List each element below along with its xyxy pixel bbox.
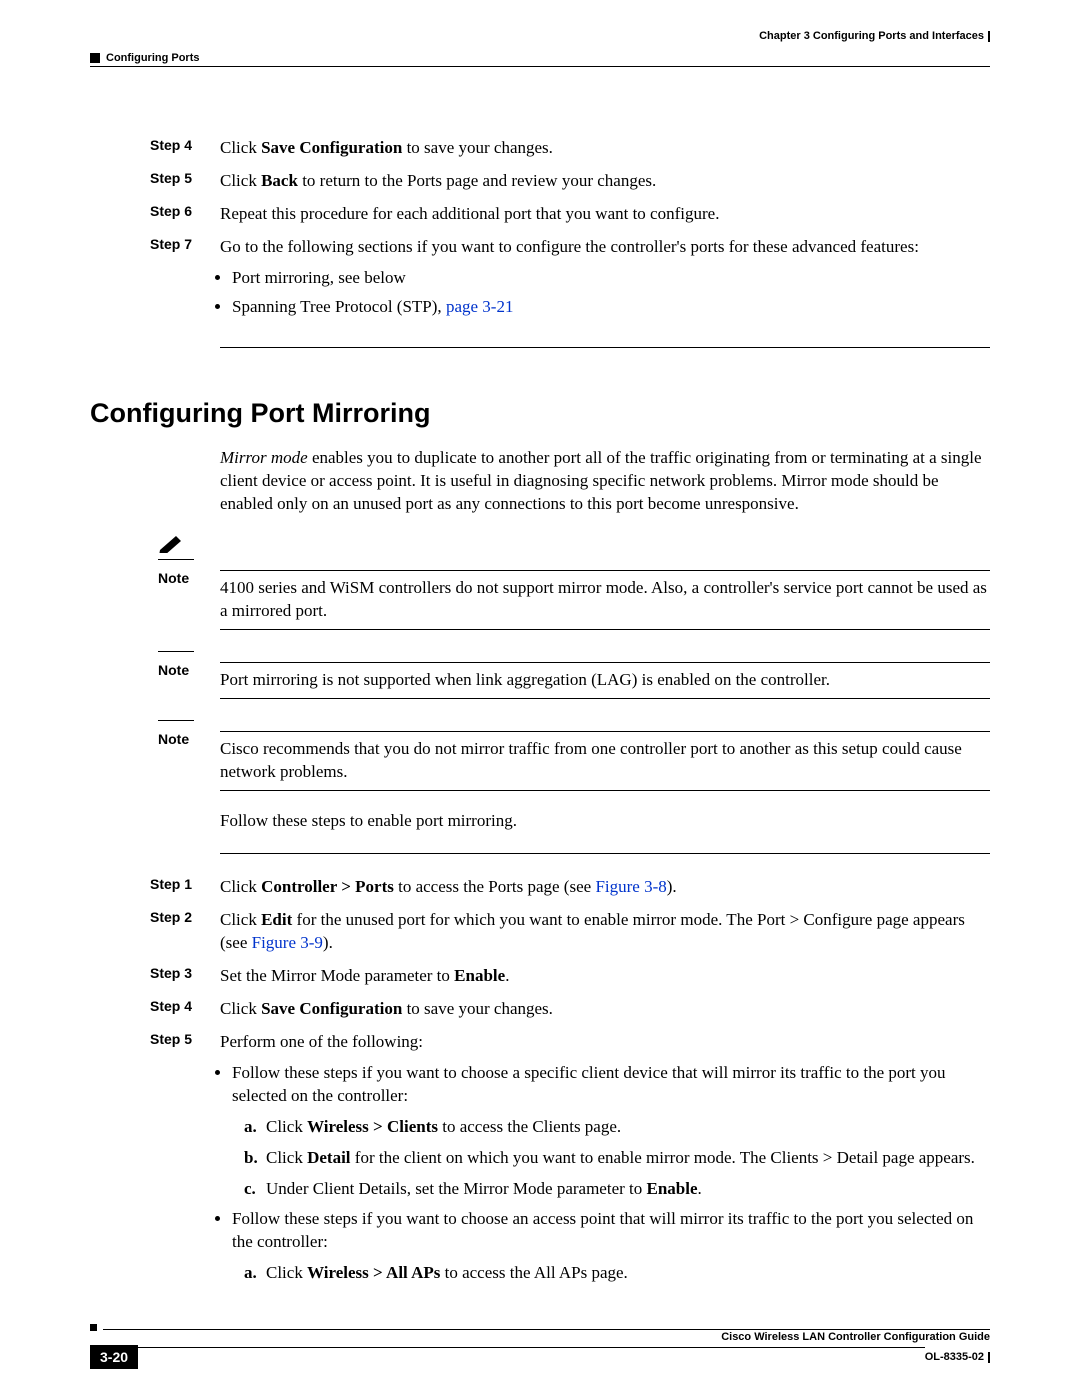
page-link[interactable]: page 3-21 <box>446 297 514 316</box>
step-row: Step 5 Click Back to return to the Ports… <box>150 170 990 193</box>
list-item: a.Click Wireless > Clients to access the… <box>244 1116 990 1139</box>
section-header: Configuring Ports <box>90 52 990 64</box>
step-row: Step 1 Click Controller > Ports to acces… <box>150 876 990 899</box>
step-body: Set the Mirror Mode parameter to Enable. <box>220 965 990 988</box>
step-label: Step 3 <box>150 965 220 981</box>
step-body: Go to the following sections if you want… <box>220 236 990 325</box>
lettered-list: a.Click Wireless > All APs to access the… <box>244 1262 990 1285</box>
step-label: Step 2 <box>150 909 220 925</box>
list-item: b.Click Detail for the client on which y… <box>244 1147 990 1170</box>
step-label: Step 5 <box>150 170 220 186</box>
step-label: Step 4 <box>150 998 220 1014</box>
section-label: Configuring Ports <box>106 52 200 64</box>
bullet-item: Spanning Tree Protocol (STP), page 3-21 <box>232 296 990 319</box>
bullet-item: Follow these steps if you want to choose… <box>232 1208 990 1285</box>
page-footer: Cisco Wireless LAN Controller Configurat… <box>90 1324 990 1369</box>
step-body: Perform one of the following: Follow the… <box>220 1031 990 1293</box>
separator-rule <box>220 853 990 854</box>
figure-link[interactable]: Figure 3-8 <box>595 877 666 896</box>
bullet-item: Port mirroring, see below <box>232 267 990 290</box>
step-label: Step 4 <box>150 137 220 153</box>
note-body: Port mirroring is not supported when lin… <box>220 669 990 692</box>
note-body: 4100 series and WiSM controllers do not … <box>220 577 990 623</box>
step-body: Click Back to return to the Ports page a… <box>220 170 990 193</box>
steps-bottom: Step 1 Click Controller > Ports to acces… <box>150 876 990 1293</box>
page-header: Chapter 3 Configuring Ports and Interfac… <box>90 30 990 42</box>
note-block: Note 4100 series and WiSM controllers do… <box>158 533 990 630</box>
step-body: Click Edit for the unused port for which… <box>220 909 990 955</box>
step-row: Step 6 Repeat this procedure for each ad… <box>150 203 990 226</box>
note-label: Note <box>158 570 220 586</box>
step-label: Step 1 <box>150 876 220 892</box>
doc-id: OL-8335-02 <box>925 1351 984 1363</box>
step-row: Step 3 Set the Mirror Mode parameter to … <box>150 965 990 988</box>
square-icon <box>90 1324 97 1331</box>
step-label: Step 5 <box>150 1031 220 1047</box>
header-rule <box>90 66 990 67</box>
follow-paragraph: Follow these steps to enable port mirror… <box>220 811 990 831</box>
step-body: Click Controller > Ports to access the P… <box>220 876 990 899</box>
step-body: Click Save Configuration to save your ch… <box>220 137 990 160</box>
note-block: Note Port mirroring is not supported whe… <box>158 650 990 699</box>
section-title: Configuring Port Mirroring <box>90 398 990 429</box>
list-item: c.Under Client Details, set the Mirror M… <box>244 1178 990 1201</box>
footer-guide: Cisco Wireless LAN Controller Configurat… <box>90 1331 990 1343</box>
step7-bullets: Port mirroring, see below Spanning Tree … <box>232 267 990 319</box>
note-label: Note <box>158 731 220 747</box>
step-row: Step 2 Click Edit for the unused port fo… <box>150 909 990 955</box>
step-row: Step 5 Perform one of the following: Fol… <box>150 1031 990 1293</box>
list-item: a.Click Wireless > All APs to access the… <box>244 1262 990 1285</box>
step-body: Repeat this procedure for each additiona… <box>220 203 990 226</box>
step-label: Step 6 <box>150 203 220 219</box>
intro-paragraph: Mirror mode enables you to duplicate to … <box>220 447 990 516</box>
step-body: Click Save Configuration to save your ch… <box>220 998 990 1021</box>
figure-link[interactable]: Figure 3-9 <box>252 933 323 952</box>
separator-rule <box>220 347 990 348</box>
steps-top: Step 4 Click Save Configuration to save … <box>150 137 990 325</box>
step-row: Step 4 Click Save Configuration to save … <box>150 998 990 1021</box>
header-bar-icon <box>988 31 990 42</box>
note-label: Note <box>158 662 220 678</box>
chapter-label: Chapter 3 Configuring Ports and Interfac… <box>759 30 984 42</box>
pencil-icon <box>158 533 186 553</box>
step5-bullets: Follow these steps if you want to choose… <box>232 1062 990 1286</box>
footer-bar-icon <box>988 1352 990 1363</box>
lettered-list: a.Click Wireless > Clients to access the… <box>244 1116 990 1201</box>
note-body: Cisco recommends that you do not mirror … <box>220 738 990 784</box>
note-block: Note Cisco recommends that you do not mi… <box>158 719 990 791</box>
page-number-badge: 3-20 <box>90 1345 138 1369</box>
step-label: Step 7 <box>150 236 220 252</box>
bullet-item: Follow these steps if you want to choose… <box>232 1062 990 1201</box>
step-row: Step 4 Click Save Configuration to save … <box>150 137 990 160</box>
step-row: Step 7 Go to the following sections if y… <box>150 236 990 325</box>
square-icon <box>90 53 100 63</box>
